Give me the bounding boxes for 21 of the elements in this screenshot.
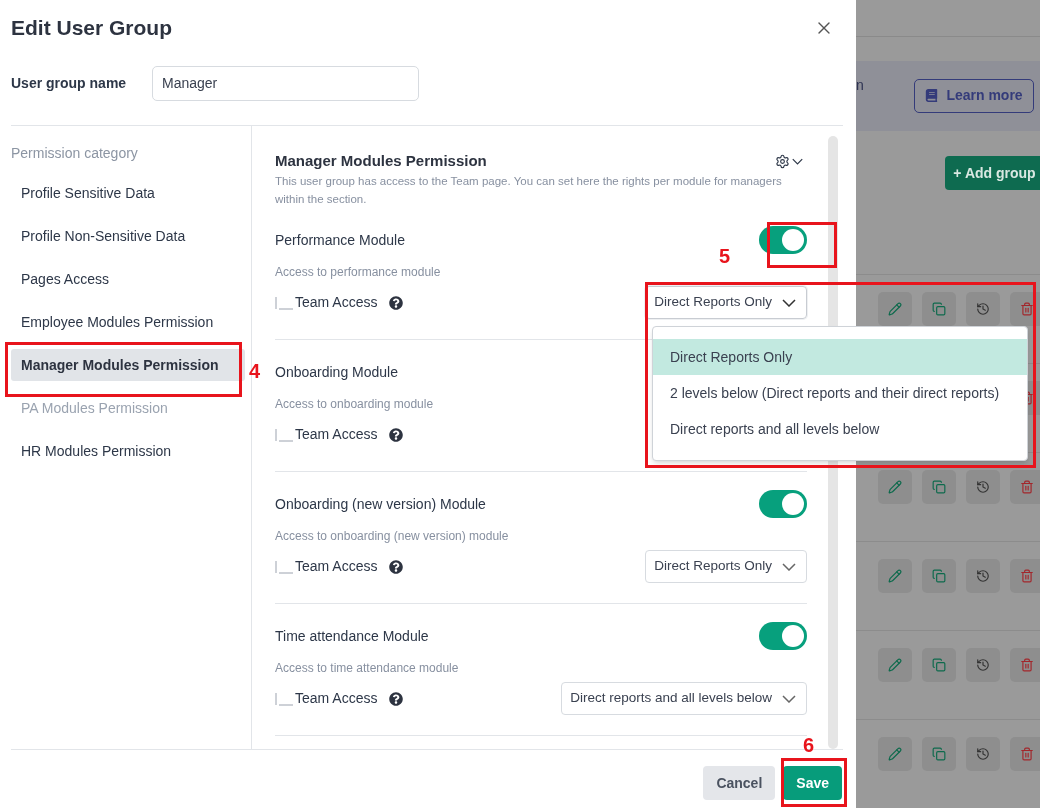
step-number: 4: [249, 359, 261, 384]
section-title: Manager Modules Permission: [275, 150, 487, 171]
access-label: Team Access: [295, 557, 378, 576]
section-description: This user group has access to the Team page. You can set here the rights per module for managers within the section.: [275, 174, 783, 207]
field-label: User group name: [11, 73, 128, 93]
banner-text: n: [856, 76, 864, 96]
sidebar-heading: Permission category: [11, 144, 139, 161]
module-title: Performance Module: [275, 230, 405, 250]
access-label: Team Access: [295, 293, 378, 312]
module-description: Access to time attendance module: [275, 661, 459, 675]
step-number: 6: [803, 733, 815, 758]
module-title: Time attendance Module: [275, 626, 429, 646]
module-title: Onboarding Module: [275, 362, 398, 382]
access-label: Team Access: [295, 689, 378, 708]
module-description: Access to onboarding (new version) module: [275, 529, 509, 543]
dialog-title: Edit User Group: [11, 15, 173, 42]
access-label: Team Access: [295, 425, 378, 444]
module-title: Onboarding (new version) Module: [275, 494, 486, 514]
module-description: Access to performance module: [275, 265, 441, 279]
step-number: 5: [719, 244, 731, 269]
module-description: Access to onboarding module: [275, 397, 434, 411]
